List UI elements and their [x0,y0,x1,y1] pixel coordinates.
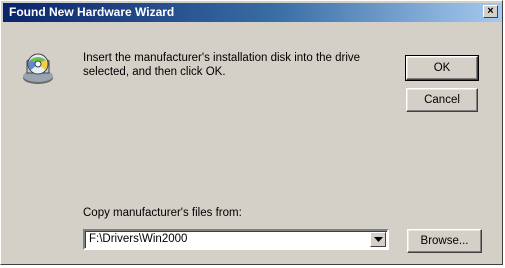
path-input[interactable]: F:\Drivers\Win2000 [89,233,187,245]
instruction-text: Insert the manufacturer's installation d… [83,52,361,78]
chevron-down-icon [374,237,383,242]
dropdown-button[interactable] [370,232,386,247]
cancel-button[interactable]: Cancel [406,88,478,112]
browse-button[interactable]: Browse... [407,229,482,253]
copy-from-label: Copy manufacturer's files from: [83,207,242,219]
dialog-window: Found New Hardware Wizard × Insert the m… [0,0,503,265]
path-combobox[interactable]: F:\Drivers\Win2000 [83,229,389,250]
close-button[interactable]: × [483,5,498,18]
cd-disk-icon [19,49,59,89]
window-title: Found New Hardware Wizard [9,5,175,19]
ok-button[interactable]: OK [405,55,479,81]
title-bar[interactable]: Found New Hardware Wizard × [3,3,502,22]
